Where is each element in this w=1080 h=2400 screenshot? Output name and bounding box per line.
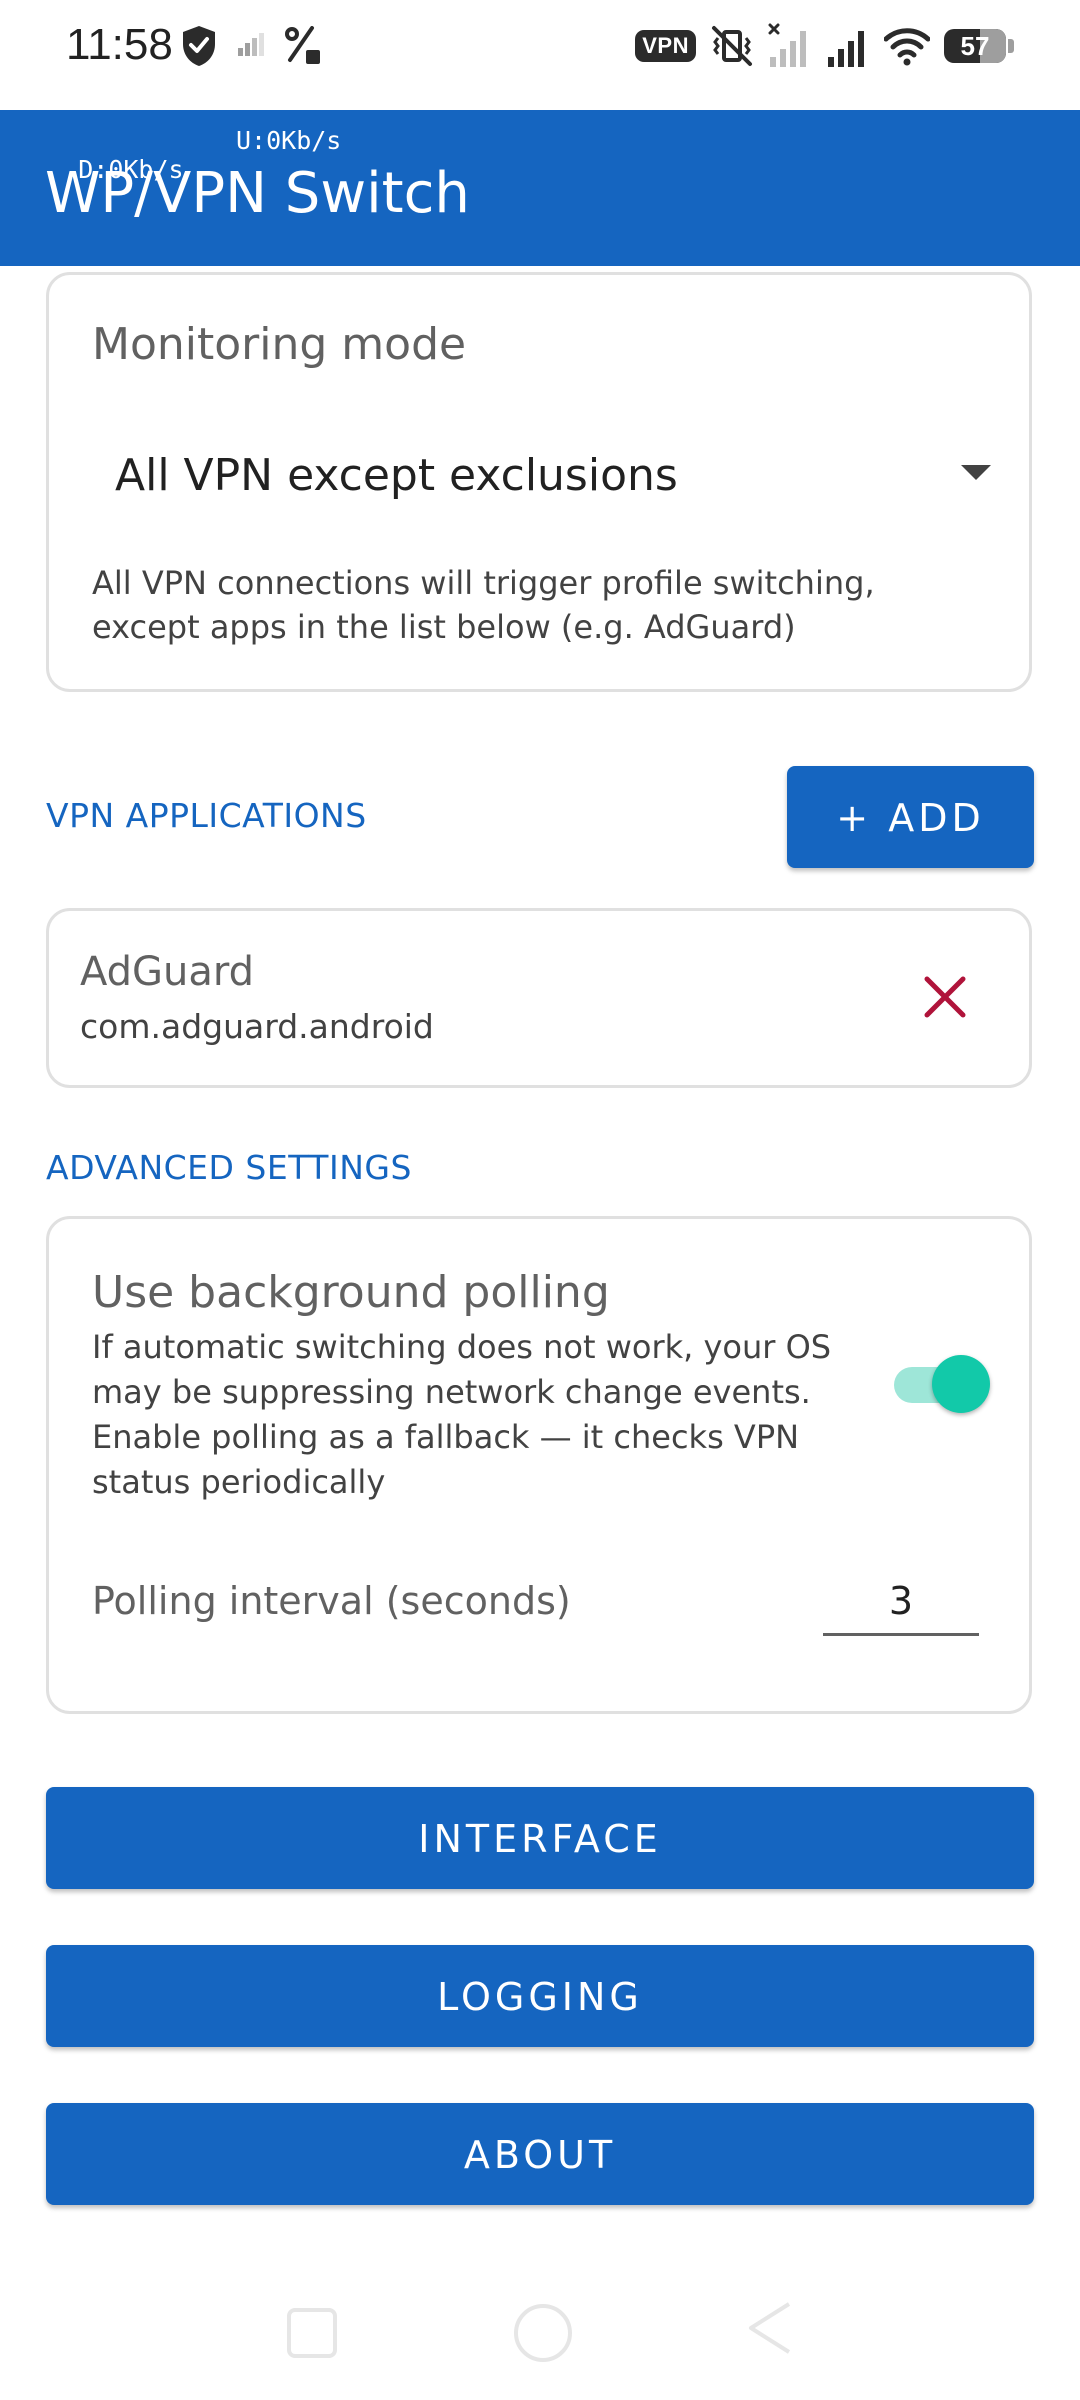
system-nav-bar [0, 2270, 1080, 2400]
app-name: AdGuard [80, 949, 255, 995]
back-icon[interactable] [745, 2300, 795, 2356]
interface-button[interactable]: INTERFACE [46, 1787, 1034, 1889]
logging-button[interactable]: LOGGING [46, 1945, 1034, 2047]
no-sim-signal-icon [768, 23, 806, 67]
polling-interval-input[interactable] [823, 1569, 979, 1636]
add-button[interactable]: + ADD [787, 766, 1034, 868]
polling-toggle[interactable] [892, 1355, 992, 1415]
home-icon[interactable] [514, 2304, 572, 2362]
list-item: AdGuard com.adguard.android [46, 908, 1032, 1088]
percent-icon [285, 26, 320, 64]
vibrate-off-icon [712, 26, 752, 66]
remove-icon[interactable] [923, 975, 967, 1019]
about-button[interactable]: ABOUT [46, 2103, 1034, 2205]
signal-icon [238, 33, 264, 56]
monitoring-mode-description: All VPN connections will trigger profile… [92, 564, 875, 646]
signal-icon [828, 31, 864, 67]
wifi-icon [884, 28, 930, 66]
chevron-down-icon [961, 465, 991, 480]
battery-icon: 57 [944, 29, 1006, 63]
recents-icon[interactable] [287, 2308, 337, 2358]
battery-tip [1008, 39, 1014, 53]
app-title: WP/VPN Switch [45, 161, 470, 226]
status-icons: VPN 57 [635, 22, 1014, 70]
advanced-settings-title: ADVANCED SETTINGS [46, 1148, 412, 1187]
polling-description: If automatic switching does not work, yo… [92, 1328, 832, 1501]
app-package: com.adguard.android [80, 1007, 434, 1046]
polling-interval-label: Polling interval (seconds) [92, 1579, 571, 1623]
advanced-settings-card: Use background polling If automatic swit… [46, 1216, 1032, 1714]
upload-speed: U:0Kb/s [236, 126, 342, 155]
polling-title: Use background polling [92, 1267, 610, 1318]
monitoring-mode-select[interactable]: All VPN except exclusions [115, 441, 991, 511]
shield-icon [183, 26, 215, 66]
vpn-badge: VPN [635, 30, 696, 62]
monitoring-mode-label: Monitoring mode [92, 319, 467, 370]
battery-level: 57 [960, 31, 990, 61]
app-bar: D:0Kb/s U:0Kb/s WP/VPN Switch [0, 110, 1080, 266]
monitoring-mode-card: Monitoring mode All VPN except exclusion… [46, 272, 1032, 692]
vpn-applications-title: VPN APPLICATIONS [46, 796, 367, 835]
status-bar: 11:58 VPN 57 [0, 0, 1080, 110]
toggle-thumb [932, 1355, 990, 1413]
status-time: 11:58 [66, 20, 173, 69]
monitoring-mode-value: All VPN except exclusions [115, 450, 678, 501]
